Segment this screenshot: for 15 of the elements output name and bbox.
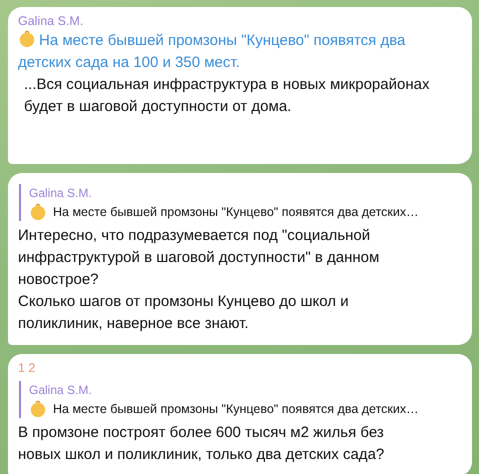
reply-quote[interactable]: Galina S.M. На месте бывшей промзоны "Кунцево" появятся два детских… [19,184,419,221]
message-text: Интересно, что подразумевается под "социальной инфраструктурой в шаговой доступности" в данном новострое? Сколько шагов от промзоны Кунцево до школ и поликлиник, наверное все знают. [18,226,380,334]
reply-text: На месте бывшей промзоны "Кунцево" появятся два детских… [53,402,419,416]
reply-text: На месте бывшей промзоны "Кунцево" появятся два детских… [53,205,419,219]
sender-name[interactable]: Galina S.M. [18,14,462,28]
reply-author: Galina S.M. [29,186,93,200]
message-text: ...Вся социальная инфраструктура в новых микрорайонах будет в шаговой доступности от дома. [23,75,430,117]
message-text: В промзоне построят более 600 тысяч м2 жилья без новых школ и поликлиник, только два детских сада? [18,423,386,465]
reply-quote[interactable]: Galina S.M. На месте бывшей промзоны "Кунцево" появятся два детских… [19,381,419,418]
emoji-icon [29,400,47,418]
sender-name[interactable]: 1 2 [18,361,462,375]
reply-author: Galina S.M. [29,383,93,397]
emoji-icon [29,203,47,221]
emoji-icon [18,30,36,48]
article-link[interactable]: На месте бывшей промзоны "Кунцево" появятся два детских сада на 100 и 350 мест. [18,30,448,74]
